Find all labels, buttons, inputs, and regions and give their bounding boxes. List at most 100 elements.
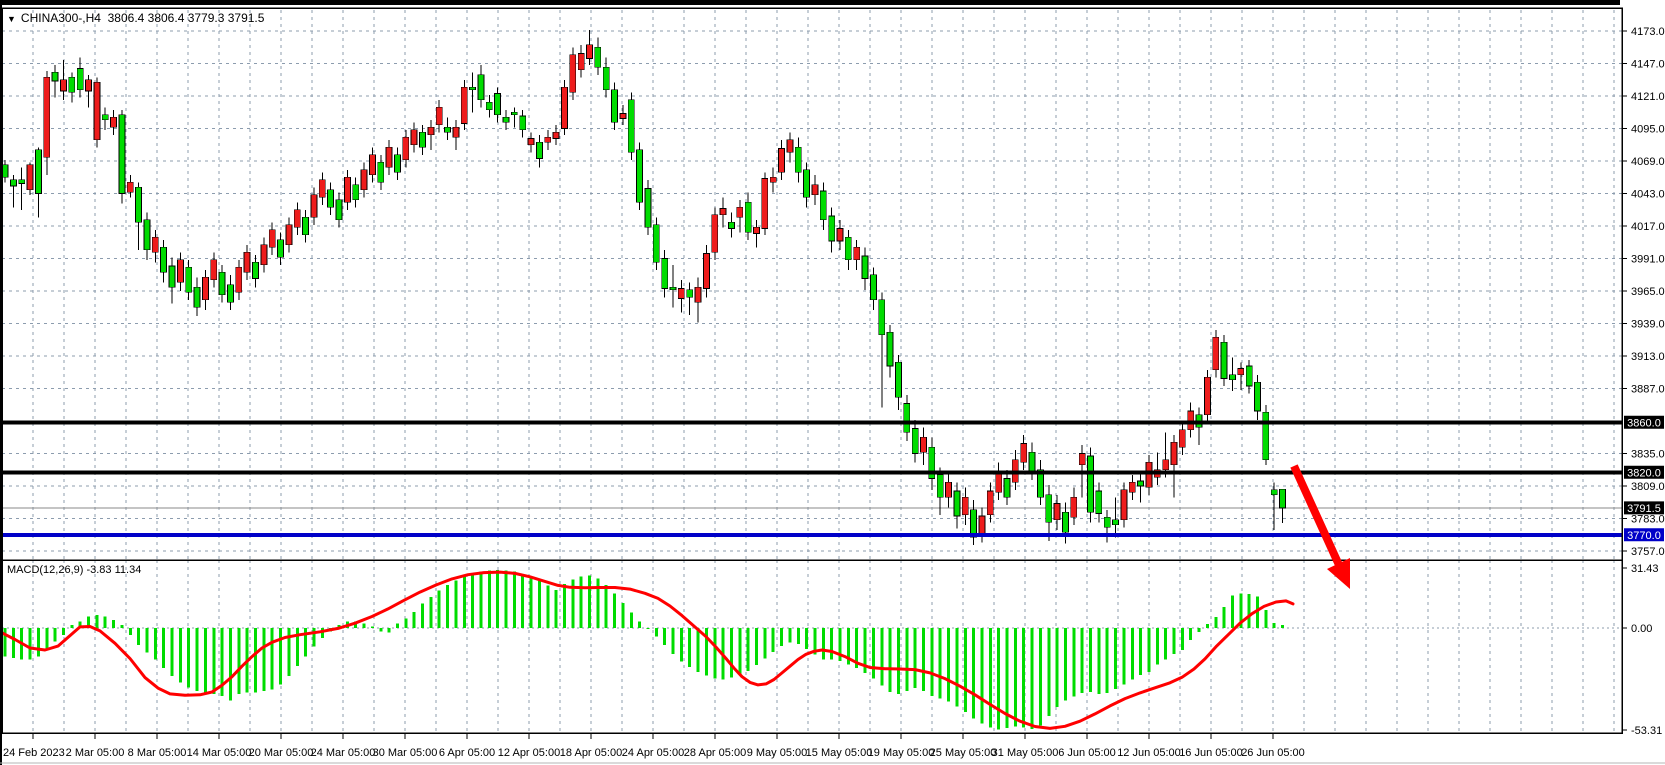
candle-body bbox=[887, 332, 893, 366]
candle-body bbox=[378, 162, 384, 182]
date-tick-label: 24 Apr 05:00 bbox=[622, 747, 684, 759]
price-tick-label: 3991.0 bbox=[1631, 254, 1665, 266]
date-tick-label: 24 Mar 05:00 bbox=[311, 747, 376, 759]
candle-body bbox=[946, 482, 952, 497]
candle-body bbox=[1171, 442, 1177, 465]
candle-body bbox=[979, 516, 985, 535]
candle-body bbox=[328, 190, 334, 208]
candle-body bbox=[77, 69, 83, 90]
candle-body bbox=[511, 112, 517, 115]
candle-body bbox=[1263, 412, 1269, 460]
chart-canvas[interactable]: 4173.04147.04121.04095.04069.04043.04017… bbox=[0, 0, 1665, 765]
candle-body bbox=[269, 230, 275, 248]
candle-body bbox=[620, 114, 626, 119]
date-tick-label: 31 May 05:00 bbox=[992, 747, 1059, 759]
candle-body bbox=[261, 245, 267, 265]
candle-body bbox=[879, 300, 885, 335]
candle-body bbox=[478, 75, 484, 100]
level-lines[interactable] bbox=[2, 422, 1622, 535]
price-badge-label: 3770.0 bbox=[1627, 530, 1661, 542]
price-tick-label: 3913.0 bbox=[1631, 351, 1665, 363]
macd-indicator-label: MACD(12,26,9) -3.83 11.34 bbox=[7, 564, 141, 576]
candle-body bbox=[111, 117, 117, 127]
candle-body bbox=[820, 191, 826, 220]
date-tick-label: 6 Jun 05:00 bbox=[1058, 747, 1116, 759]
candle-body bbox=[445, 127, 451, 132]
candle-body bbox=[1079, 454, 1085, 465]
date-tick-label: 2 Mar 05:00 bbox=[66, 747, 125, 759]
candle-body bbox=[102, 115, 108, 120]
candle-body bbox=[10, 180, 16, 186]
candle-body bbox=[227, 285, 233, 303]
candle-body bbox=[1104, 517, 1110, 527]
candle-body bbox=[1046, 495, 1052, 523]
candle-body bbox=[628, 100, 634, 153]
date-tick-label: 15 May 05:00 bbox=[806, 747, 873, 759]
candle-body bbox=[595, 47, 601, 67]
down-arrow-annotation[interactable] bbox=[1294, 466, 1350, 589]
date-tick-label: 24 Feb 2023 bbox=[3, 747, 65, 759]
candle-body bbox=[27, 165, 33, 190]
date-tick-label: 20 Mar 05:00 bbox=[249, 747, 314, 759]
date-tick-label: 8 Mar 05:00 bbox=[128, 747, 187, 759]
symbol-dropdown-icon[interactable]: ▼ bbox=[7, 14, 16, 24]
candle-body bbox=[854, 247, 860, 260]
candle-body bbox=[177, 260, 183, 283]
candle-body bbox=[578, 54, 584, 70]
candle-body bbox=[253, 262, 259, 278]
price-axis[interactable]: 4173.04147.04121.04095.04069.04043.04017… bbox=[1622, 26, 1665, 737]
candle-body bbox=[1179, 430, 1185, 448]
candle-body bbox=[536, 142, 542, 158]
candle-body bbox=[152, 237, 158, 252]
candle-body bbox=[921, 437, 927, 452]
macd-tick-label: 31.43 bbox=[1631, 563, 1659, 575]
candle-body bbox=[194, 287, 200, 307]
candle-body bbox=[1213, 337, 1219, 370]
candle-body bbox=[1163, 460, 1169, 470]
candle-body bbox=[728, 222, 734, 228]
candle-body bbox=[1096, 491, 1102, 514]
candle-body bbox=[411, 130, 417, 145]
candle-body bbox=[954, 491, 960, 516]
candle-body bbox=[1129, 482, 1135, 492]
candle-body bbox=[211, 260, 217, 280]
date-tick-label: 9 May 05:00 bbox=[747, 747, 808, 759]
date-tick-label: 30 Mar 05:00 bbox=[373, 747, 438, 759]
candle-body bbox=[69, 77, 75, 92]
macd-tick-label: 0.00 bbox=[1631, 623, 1652, 635]
candle-body bbox=[1146, 462, 1152, 487]
candle-body bbox=[662, 259, 668, 289]
candle-body bbox=[303, 217, 309, 235]
candle-body bbox=[119, 115, 125, 194]
price-tick-label: 3835.0 bbox=[1631, 449, 1665, 461]
candle-body bbox=[678, 289, 684, 299]
candle-body bbox=[737, 207, 743, 217]
symbol-legend: ▼CHINA300-,H4 3806.4 3806.4 3779.3 3791.… bbox=[7, 11, 264, 25]
candle-body bbox=[545, 137, 551, 142]
candle-body bbox=[202, 277, 208, 300]
candle-body bbox=[35, 150, 41, 194]
candle-body bbox=[1255, 382, 1261, 411]
candle-body bbox=[703, 254, 709, 289]
ohlc-values: 3806.4 3806.4 3779.3 3791.5 bbox=[108, 11, 265, 25]
candle-body bbox=[745, 202, 751, 232]
date-tick-label: 26 Jun 05:00 bbox=[1241, 747, 1305, 759]
candle-body bbox=[637, 150, 643, 203]
vertical-gridlines bbox=[33, 10, 1614, 733]
candle-body bbox=[770, 177, 776, 182]
candle-body bbox=[937, 475, 943, 498]
candle-body bbox=[144, 220, 150, 250]
candle-body bbox=[1062, 512, 1068, 532]
date-axis[interactable]: 24 Feb 20232 Mar 05:008 Mar 05:0014 Mar … bbox=[3, 733, 1305, 759]
candle-body bbox=[461, 87, 467, 123]
candle-body bbox=[812, 185, 818, 195]
price-tick-label: 4095.0 bbox=[1631, 124, 1665, 136]
candle-body bbox=[587, 45, 593, 59]
candles-layer bbox=[2, 30, 1286, 545]
candle-body bbox=[553, 132, 559, 138]
price-tick-label: 3887.0 bbox=[1631, 384, 1665, 396]
candle-body bbox=[570, 55, 576, 93]
date-tick-label: 25 May 05:00 bbox=[930, 747, 997, 759]
candle-body bbox=[19, 180, 25, 184]
candle-body bbox=[136, 187, 142, 222]
